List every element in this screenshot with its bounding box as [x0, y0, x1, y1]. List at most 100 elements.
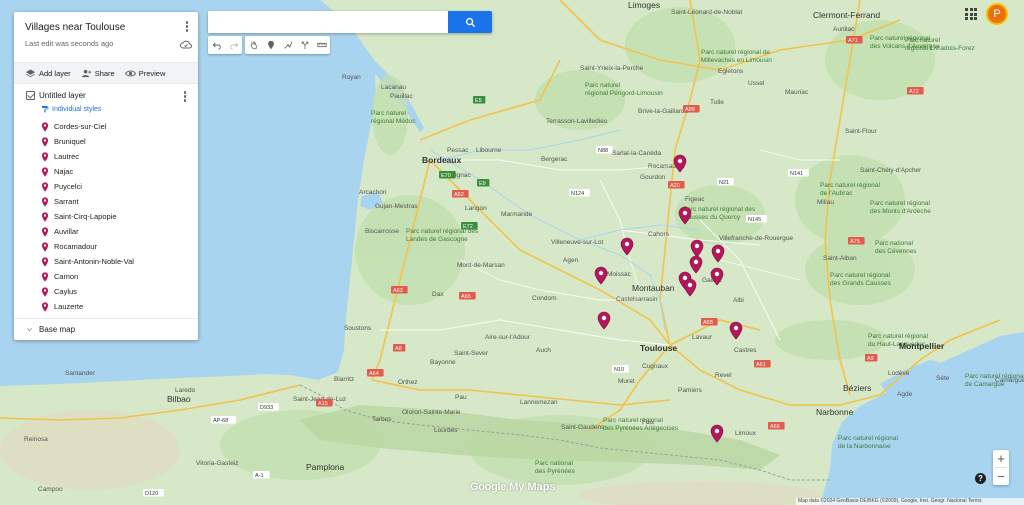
place-marker-icon: [41, 241, 49, 252]
svg-text:N10: N10: [614, 367, 624, 373]
undo-button[interactable]: [208, 36, 225, 54]
road-shield: A20: [668, 181, 685, 189]
region-label: des Monts d'Ardèche: [870, 208, 931, 215]
layer-name[interactable]: Untitled layer: [39, 91, 86, 100]
region-label: régional Périgord-Limousin: [585, 90, 663, 97]
place-marker-icon: [41, 181, 49, 192]
svg-text:A61: A61: [756, 362, 766, 368]
zoom-controls: + −: [993, 450, 1009, 485]
preview-button[interactable]: Preview: [124, 68, 165, 79]
road-shield: A9: [865, 354, 878, 362]
town-label: Egletons: [718, 68, 744, 75]
select-hand-button[interactable]: [245, 36, 262, 54]
region-label: Parc naturel régional: [838, 435, 899, 442]
list-item[interactable]: Najac: [41, 164, 188, 179]
town-label: Dax: [432, 291, 444, 298]
place-name: Lautrec: [54, 152, 80, 161]
directions-button[interactable]: [296, 36, 313, 54]
region-label: régional Médoc: [371, 118, 416, 125]
list-item[interactable]: Lauzerte: [41, 299, 188, 314]
cloud-saved-icon: [180, 40, 192, 49]
town-label: Villefranche-de-Rouergue: [719, 235, 793, 242]
help-icon[interactable]: ?: [975, 473, 986, 484]
list-item[interactable]: Rocamadour: [41, 239, 188, 254]
individual-styles-label: Individual styles: [52, 105, 102, 113]
map-options-kebab-icon[interactable]: [184, 21, 190, 33]
redo-button[interactable]: [225, 36, 242, 54]
list-item[interactable]: Sarrant: [41, 194, 188, 209]
svg-text:E70: E70: [441, 173, 451, 179]
my-maps-wordmark: My Maps: [509, 481, 556, 493]
town-label: Muret: [618, 378, 635, 385]
list-item[interactable]: Lautrec: [41, 149, 188, 164]
svg-text:A64: A64: [369, 371, 379, 377]
draw-line-button[interactable]: [279, 36, 296, 54]
road-shield: A65: [459, 292, 476, 300]
list-item[interactable]: Saint-Antonin-Noble-Val: [41, 254, 188, 269]
town-label: Lavaur: [692, 334, 713, 341]
share-label: Share: [94, 68, 115, 78]
region-label: Parc naturel régional de: [701, 49, 770, 56]
road-shield: N10: [612, 365, 629, 373]
road-shield: A66: [768, 422, 785, 430]
search-input[interactable]: [208, 11, 446, 33]
region-label: des Pyrénées: [535, 468, 575, 475]
road-shield: E70: [439, 171, 456, 179]
search-button[interactable]: [448, 11, 492, 33]
chevron-down-icon: [27, 327, 32, 332]
svg-text:A65: A65: [461, 294, 471, 300]
region-label: des Grands Causses: [830, 280, 891, 287]
place-name: Puycelci: [54, 182, 82, 191]
region-label: des Cévennes: [875, 248, 917, 255]
city-label: Montpellier: [899, 341, 945, 351]
measure-button[interactable]: [313, 36, 330, 54]
list-item[interactable]: Puycelci: [41, 179, 188, 194]
svg-text:A8: A8: [395, 346, 402, 352]
layer-visibility-checkbox[interactable]: [26, 91, 35, 100]
region-label: Parc national: [535, 460, 573, 467]
road-shield: D933: [258, 403, 279, 411]
town-label: Santander: [65, 370, 96, 377]
town-label: Reinosa: [24, 436, 48, 443]
region-label: Parc naturel régional: [820, 182, 881, 189]
account-avatar[interactable]: P: [986, 3, 1008, 25]
region-label: Parc national: [875, 240, 913, 247]
list-item[interactable]: Cordes-sur-Ciel: [41, 119, 188, 134]
map-title[interactable]: Villages near Toulouse: [25, 22, 188, 33]
map-attribution[interactable]: Map data ©2024 GeoBasis-DE/BKG (©2009), …: [796, 498, 1024, 505]
region-label: Landes de Gascogne: [406, 236, 468, 243]
place-name: Camon: [54, 272, 79, 281]
add-layer-button[interactable]: Add layer: [25, 68, 71, 79]
region-label: Parc naturel régional: [603, 417, 664, 424]
last-edit-status: Last edit was seconds ago: [25, 39, 114, 48]
share-button[interactable]: Share: [81, 68, 115, 79]
town-label: Langon: [465, 205, 487, 212]
list-item[interactable]: Camon: [41, 269, 188, 284]
apps-grid-icon[interactable]: [965, 8, 977, 20]
svg-text:A63: A63: [393, 288, 403, 294]
zoom-out-button[interactable]: −: [993, 468, 1009, 485]
list-item[interactable]: Bruniquel: [41, 134, 188, 149]
map-toolbar: [208, 36, 330, 54]
list-item[interactable]: Auvillar: [41, 224, 188, 239]
individual-styles-link[interactable]: Individual styles: [41, 105, 188, 113]
road-shield: D120: [143, 489, 164, 497]
town-label: Lourdes: [434, 427, 458, 434]
road-shield: A72: [907, 87, 924, 95]
svg-text:AP-68: AP-68: [213, 418, 228, 424]
base-map-toggle[interactable]: Base map: [14, 318, 198, 340]
town-label: Millau: [817, 199, 834, 206]
city-label: Clermont-Ferrand: [813, 10, 880, 20]
list-item[interactable]: Saint-Cirq-Lapopie: [41, 209, 188, 224]
region-label: Causses du Quercy: [683, 214, 741, 221]
zoom-in-button[interactable]: +: [993, 450, 1009, 467]
add-marker-button[interactable]: [262, 36, 279, 54]
place-name: Sarrant: [54, 197, 79, 206]
eye-icon: [124, 70, 136, 76]
town-label: Saint-Gaudens: [561, 424, 605, 431]
place-marker-icon: [41, 196, 49, 207]
list-item[interactable]: Caylus: [41, 284, 188, 299]
layer-options-kebab-icon[interactable]: [182, 91, 188, 103]
svg-text:D933: D933: [260, 405, 273, 411]
city-label: Narbonne: [816, 407, 854, 417]
